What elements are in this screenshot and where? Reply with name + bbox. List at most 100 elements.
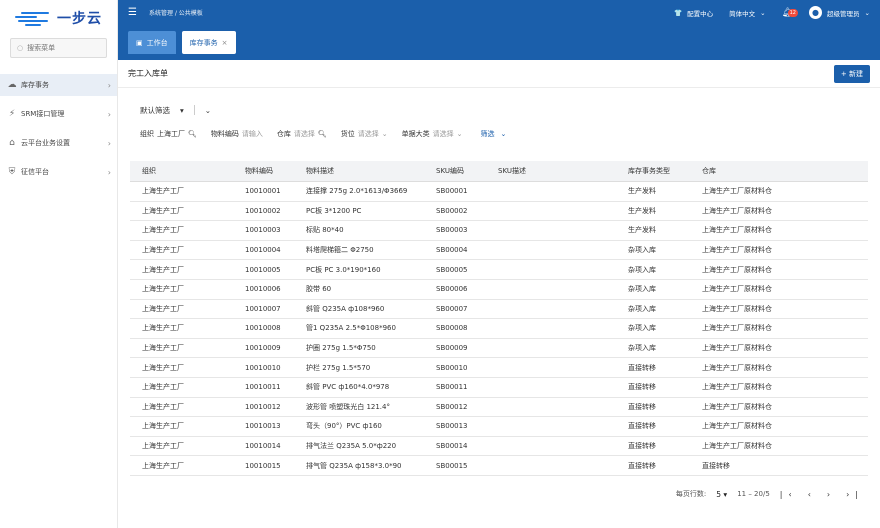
sidebar-item[interactable]: ⛨ 征信平台 › (0, 161, 117, 183)
table-cell: 直接转移 (628, 402, 656, 411)
table-cell: 生产发料 (628, 226, 656, 235)
table-row[interactable]: 上海生产工厂 10010008 管1 Q235A 2.5*Φ108*960 SB000… (130, 319, 868, 339)
org-value: 上海工厂 (157, 130, 185, 138)
page-range: 11 – 20/5 (737, 490, 770, 498)
table-cell: 10010011 (245, 383, 281, 392)
shirt-icon: 👕 (674, 8, 683, 17)
search-icon: 🔍︎ (188, 130, 197, 138)
menu-search[interactable]: ○ (10, 38, 107, 58)
first-page-icon[interactable]: |‹ (780, 490, 798, 499)
chevron-right-icon: › (107, 167, 111, 177)
sidebar: 一步云 ○ ☁ 库存事务 › ⚡ SRM接口管理 › ⌂ 云平台业务设置 › ⛨ 征信平台 › (0, 0, 118, 528)
logo-mark-icon (15, 11, 51, 26)
chevron-down-icon[interactable]: ⌄ (205, 106, 211, 115)
sidebar-item-label: 库存事务 (21, 81, 49, 89)
table-cell: 上海生产工厂 (142, 402, 184, 411)
table-cell: 杂项入库 (628, 246, 656, 255)
table-cell: 上海生产工厂原材料仓 (702, 402, 772, 411)
config-center-link[interactable]: 👕 配置中心 (674, 8, 713, 18)
table-cell: 上海生产工厂 (142, 285, 184, 294)
table-cell: 上海生产工厂原材料仓 (702, 187, 772, 196)
table-cell: SB00009 (436, 344, 468, 353)
notifications[interactable]: 🔔︎ 12 (782, 8, 798, 18)
table-row[interactable]: 上海生产工厂 10010010 护栏 275g 1.5*570 SB00010 直接转移… (130, 358, 868, 378)
language-select[interactable]: 简体中文 ⌄ (729, 8, 765, 18)
table-cell: 上海生产工厂 (142, 383, 184, 392)
column-header[interactable]: 组织 (130, 166, 233, 176)
cloud-icon: ☁ (7, 80, 17, 90)
table-row[interactable]: 上海生产工厂 10010012 波形管 喷塑珠光白 121.4° SB00012 直接转… (130, 398, 868, 418)
search-icon: 🔍︎ (317, 130, 327, 138)
category-filter[interactable]: 单据大类 请选择 ⌄ (402, 129, 463, 139)
column-header[interactable]: 物料描述 (294, 166, 424, 176)
table-cell: 排气法兰 Q235A 5.0*ф220 (306, 442, 397, 451)
table-row[interactable]: 上海生产工厂 10010006 胶带 60 SB00006 杂项入库 上海生产工厂原材料仓 (130, 280, 868, 300)
org-filter[interactable]: 组织 上海工厂 🔍︎ (140, 129, 197, 139)
material-filter[interactable]: 物料编码 请输入 (211, 129, 263, 139)
caret-down-icon[interactable]: ▾ (180, 106, 184, 115)
table-cell: 上海生产工厂 (142, 324, 184, 333)
next-page-icon[interactable]: › (827, 490, 836, 499)
table-row[interactable]: 上海生产工厂 10010004 料塔爬梯箍二 Φ2750 SB00004 杂项入库 上海生… (130, 241, 868, 261)
shield-icon: ⛨ (8, 167, 16, 177)
table-cell: 10010014 (245, 442, 281, 451)
table-row[interactable]: 上海生产工厂 10010007 斜管 Q235A ф108*960 SB00007 杂项… (130, 300, 868, 320)
menu-search-input[interactable] (27, 44, 98, 52)
warehouse-select[interactable]: 请选择 (294, 129, 315, 139)
location-select[interactable]: 请选择 (358, 129, 379, 139)
table-header: 组织 物料编码 物料描述 SKU编码 SKU描述 库存事务类型 仓库 (130, 161, 868, 182)
table-cell: 上海生产工厂原材料仓 (702, 206, 772, 215)
table-row[interactable]: 上海生产工厂 10010015 排气管 Q235A ф158*3.0*90 SB000… (130, 456, 868, 476)
menu-toggle-icon[interactable]: ☰ (128, 7, 137, 18)
more-filter-link[interactable]: 筛选 ⌄ (481, 129, 507, 139)
column-header[interactable]: 仓库 (690, 166, 868, 176)
sidebar-item[interactable]: ⚡ SRM接口管理 › (0, 103, 117, 125)
table-row[interactable]: 上海生产工厂 10010009 护圈 275g 1.5*Φ750 SB00009 杂项入… (130, 339, 868, 359)
warehouse-filter[interactable]: 仓库 请选择 🔍︎ (277, 129, 327, 139)
table-cell: SB00006 (436, 285, 468, 294)
category-select[interactable]: 请选择 (433, 129, 454, 139)
location-filter[interactable]: 货位 请选择 ⌄ (341, 129, 388, 139)
table-row[interactable]: 上海生产工厂 10010013 弯头（90°）PVC ф160 SB00013 直接转移… (130, 417, 868, 437)
table-cell: 上海生产工厂原材料仓 (702, 363, 772, 372)
table-cell: 料塔爬梯箍二 Φ2750 (306, 246, 374, 255)
table-cell: 上海生产工厂 (142, 265, 184, 274)
table-cell: 管1 Q235A 2.5*Φ108*960 (306, 324, 396, 333)
table-row[interactable]: 上海生产工厂 10010014 排气法兰 Q235A 5.0*ф220 SB00014… (130, 437, 868, 457)
column-header[interactable]: SKU描述 (486, 166, 616, 176)
chevron-right-icon: › (107, 138, 111, 148)
prev-page-icon[interactable]: ‹ (808, 490, 817, 499)
logo[interactable]: 一步云 (0, 0, 117, 36)
last-page-icon[interactable]: ›| (846, 490, 864, 499)
tab-workbench[interactable]: ▣ 工作台 (128, 31, 176, 54)
table-cell: 上海生产工厂 (142, 246, 184, 255)
column-header[interactable]: SKU编码 (424, 166, 486, 176)
material-input[interactable]: 请输入 (242, 129, 263, 139)
language-label: 简体中文 (729, 9, 756, 18)
tab-inventory[interactable]: 库存事务 × (181, 31, 236, 54)
config-center-label: 配置中心 (687, 9, 714, 18)
table-cell: 杂项入库 (628, 344, 656, 353)
sidebar-item[interactable]: ⌂ 云平台业务设置 › (0, 132, 117, 154)
sidebar-item[interactable]: ☁ 库存事务 › (0, 74, 117, 96)
table-cell: SB00008 (436, 324, 468, 333)
table-row[interactable]: 上海生产工厂 10010001 连接撑 275g 2.0*1613/Φ3669 SB0… (130, 182, 868, 202)
rows-per-page-select[interactable]: 5 ▾ (716, 490, 727, 499)
table-row[interactable]: 上海生产工厂 10010002 PC板 3*1200 PC SB00002 生产发料 上海… (130, 202, 868, 222)
new-button[interactable]: + 新建 (833, 64, 870, 83)
table-cell: 排气管 Q235A ф158*3.0*90 (306, 461, 402, 470)
close-icon[interactable]: × (222, 39, 228, 47)
top-header: ☰ 系统管理 / 公共模板 👕 配置中心 简体中文 ⌄ 🔔︎ 12 ● 超级管理… (118, 0, 880, 25)
inventory-table: 组织 物料编码 物料描述 SKU编码 SKU描述 库存事务类型 仓库 上海生产工厂 10010… (130, 161, 868, 476)
table-row[interactable]: 上海生产工厂 10010005 PC板 PC 3.0*190*160 SB00005 杂… (130, 260, 868, 280)
material-label: 物料编码 (210, 130, 239, 138)
filter-preset[interactable]: 默认筛选 (140, 105, 170, 116)
table-row[interactable]: 上海生产工厂 10010003 标贴 80*40 SB00003 生产发料 上海生产工厂原… (130, 221, 868, 241)
column-header[interactable]: 库存事务类型 (616, 166, 690, 176)
table-cell: 斜管 Q235A ф108*960 (306, 304, 385, 313)
table-cell: 护圈 275g 1.5*Φ750 (306, 344, 376, 353)
table-row[interactable]: 上海生产工厂 10010011 斜管 PVC ф160*4.0*978 SB00011… (130, 378, 868, 398)
user-menu[interactable]: ● 超级管理员 ⌄ (809, 6, 870, 19)
table-cell: 10010008 (245, 324, 281, 333)
column-header[interactable]: 物料编码 (233, 166, 294, 176)
